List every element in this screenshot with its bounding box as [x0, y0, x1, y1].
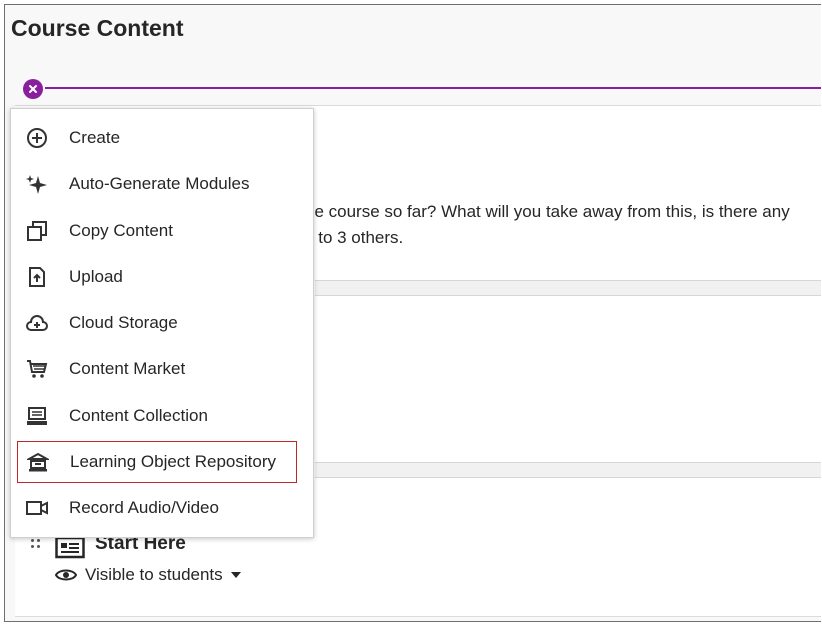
prompt-text-line-1: he course so far? What will you take awa…: [305, 202, 790, 221]
visibility-dropdown[interactable]: Visible to students: [55, 565, 241, 585]
caret-down-icon: [230, 572, 241, 578]
menu-item-copy-content[interactable]: Copy Content: [17, 210, 297, 252]
menu-item-upload[interactable]: Upload: [17, 256, 297, 298]
section-divider: [315, 462, 821, 478]
menu-item-learning-object-repository[interactable]: Learning Object Repository: [17, 441, 297, 483]
cloud-icon: [25, 311, 49, 335]
menu-item-label: Upload: [69, 267, 123, 286]
upload-icon: [25, 265, 49, 289]
menu-item-create[interactable]: Create: [17, 117, 297, 159]
sparkle-icon: [25, 172, 49, 196]
menu-item-label: Content Market: [69, 359, 186, 378]
plus-circle-icon: [25, 126, 49, 150]
close-icon: [29, 85, 37, 93]
menu-item-auto-generate-modules[interactable]: Auto-Generate Modules: [17, 163, 297, 205]
page-title: Course Content: [11, 15, 184, 41]
video-camera-icon: [25, 496, 49, 520]
menu-item-label: Learning Object Repository: [70, 452, 277, 471]
content-item-row[interactable]: Start Here Visible to students: [25, 527, 325, 607]
repository-icon: [26, 450, 50, 474]
close-add-menu-button[interactable]: [23, 79, 43, 99]
section-divider: [315, 280, 821, 296]
copy-icon: [25, 219, 49, 243]
menu-item-label: Cloud Storage: [69, 313, 178, 332]
menu-item-content-collection[interactable]: Content Collection: [17, 395, 297, 437]
menu-item-label: Content Collection: [69, 406, 208, 425]
menu-item-label: Record Audio/Video: [69, 498, 219, 517]
cart-icon: [25, 357, 49, 381]
menu-item-label: Create: [69, 128, 121, 147]
document-icon: [55, 535, 85, 564]
menu-item-cloud-storage[interactable]: Cloud Storage: [17, 302, 297, 344]
prompt-text-line-2: y to 3 others.: [305, 228, 404, 247]
add-content-menu: Create Auto-Generate Modules Copy Conten…: [10, 108, 314, 538]
visibility-label: Visible to students: [85, 565, 223, 584]
drag-handle-icon[interactable]: [31, 539, 43, 553]
menu-item-content-market[interactable]: Content Market: [17, 348, 297, 390]
collection-icon: [25, 404, 49, 428]
menu-item-label: Auto-Generate Modules: [69, 174, 250, 193]
menu-item-record-audio-video[interactable]: Record Audio/Video: [17, 487, 297, 529]
menu-item-label: Copy Content: [69, 221, 173, 240]
eye-icon: [55, 569, 77, 581]
add-content-line: [45, 87, 821, 89]
